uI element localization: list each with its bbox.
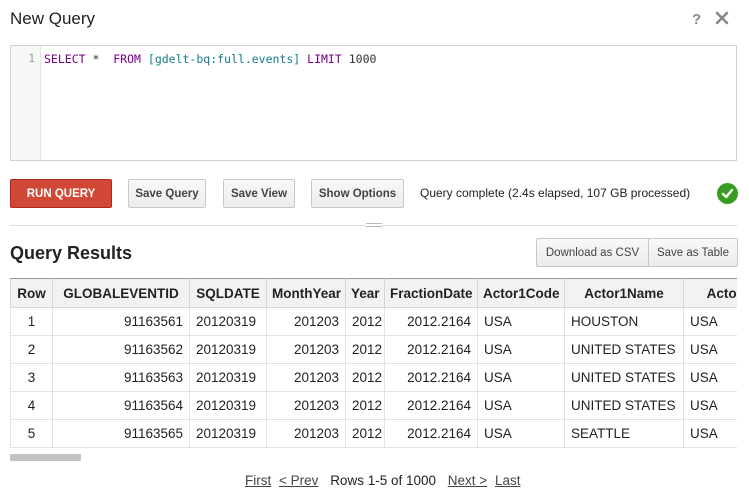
prev-page-link[interactable]: < Prev bbox=[279, 473, 318, 488]
table-cell: HOUSTON bbox=[564, 307, 684, 336]
pagination: First < Prev Rows 1-5 of 1000 Next > Las… bbox=[245, 473, 520, 488]
table-row: 5 91163565 20120319 201203 2012 2012.2164 USA S… bbox=[10, 419, 737, 448]
run-query-button[interactable]: RUN QUERY bbox=[10, 179, 112, 208]
table-cell: UNITED STATES bbox=[564, 391, 684, 420]
table-cell: 20120319 bbox=[189, 391, 267, 420]
table-row: 4 91163564 20120319 201203 2012 2012.2164 USA U… bbox=[10, 391, 737, 420]
table-reference: [gdelt-bq:full.events] bbox=[147, 52, 301, 66]
save-query-button[interactable]: Save Query bbox=[128, 179, 206, 208]
column-header: Row bbox=[10, 278, 53, 308]
table-cell: 201203 bbox=[266, 307, 346, 336]
table-row: 2 91163562 20120319 201203 2012 2012.2164 USA U… bbox=[10, 335, 737, 364]
table-cell: 1 bbox=[10, 307, 53, 336]
show-options-button[interactable]: Show Options bbox=[311, 179, 404, 208]
query-editor[interactable]: 1 SELECT * FROM [gdelt-bq:full.events] L… bbox=[10, 45, 737, 161]
query-status: Query complete (2.4s elapsed, 107 GB pro… bbox=[420, 186, 691, 200]
editor-gutter: 1 bbox=[11, 46, 41, 160]
table-cell: USA bbox=[683, 307, 737, 336]
table-cell: USA bbox=[477, 363, 565, 392]
table-cell: 20120319 bbox=[189, 335, 267, 364]
table-cell: 91163564 bbox=[52, 391, 190, 420]
table-cell: 2012.2164 bbox=[384, 391, 478, 420]
keyword-limit: LIMIT bbox=[307, 52, 342, 66]
horizontal-scrollbar[interactable] bbox=[10, 454, 81, 461]
column-header: FractionDate bbox=[384, 278, 478, 308]
table-cell: 3 bbox=[10, 363, 53, 392]
table-cell: 2012 bbox=[345, 335, 385, 364]
query-text[interactable]: SELECT * FROM [gdelt-bq:full.events] LIM… bbox=[44, 52, 376, 66]
table-cell: 2012.2164 bbox=[384, 363, 478, 392]
table-cell: USA bbox=[683, 419, 737, 448]
close-icon[interactable] bbox=[714, 10, 730, 26]
column-header: GLOBALEVENTID bbox=[52, 278, 190, 308]
table-cell: 201203 bbox=[266, 391, 346, 420]
table-cell: 2012 bbox=[345, 419, 385, 448]
download-csv-button[interactable]: Download as CSV bbox=[537, 239, 649, 266]
keyword-select: SELECT bbox=[44, 52, 86, 66]
results-table: Row GLOBALEVENTID SQLDATE MonthYear Year Frac… bbox=[10, 278, 737, 448]
results-title: Query Results bbox=[10, 243, 133, 263]
table-body: 1 91163561 20120319 201203 2012 2012.2164 USA H… bbox=[10, 307, 737, 448]
table-cell: UNITED STATES bbox=[564, 363, 684, 392]
table-cell: 2012 bbox=[345, 363, 385, 392]
rows-info: Rows 1-5 of 1000 bbox=[330, 473, 436, 488]
table-cell: USA bbox=[477, 335, 565, 364]
table-cell: 2012.2164 bbox=[384, 335, 478, 364]
first-page-link[interactable]: First bbox=[245, 473, 271, 488]
limit-number: 1000 bbox=[348, 52, 377, 66]
column-header: SQLDATE bbox=[189, 278, 267, 308]
column-header: MonthYear bbox=[266, 278, 346, 308]
help-icon[interactable]: ? bbox=[692, 11, 701, 28]
check-circle-icon bbox=[717, 183, 738, 204]
table-cell: USA bbox=[683, 363, 737, 392]
table-cell: 91163561 bbox=[52, 307, 190, 336]
keyword-from: FROM bbox=[113, 52, 141, 66]
column-header: Actor1Co bbox=[683, 278, 737, 308]
table-cell: USA bbox=[683, 391, 737, 420]
results-table-container[interactable]: Row GLOBALEVENTID SQLDATE MonthYear Year Frac… bbox=[10, 278, 737, 448]
table-cell: 2012 bbox=[345, 391, 385, 420]
table-cell: 201203 bbox=[266, 419, 346, 448]
save-as-table-button[interactable]: Save as Table bbox=[649, 239, 737, 266]
table-cell: 2012.2164 bbox=[384, 307, 478, 336]
table-cell: 4 bbox=[10, 391, 53, 420]
table-cell: UNITED STATES bbox=[564, 335, 684, 364]
table-cell: USA bbox=[477, 419, 565, 448]
column-header: Actor1Code bbox=[477, 278, 565, 308]
table-row: 1 91163561 20120319 201203 2012 2012.2164 USA H… bbox=[10, 307, 737, 336]
table-cell: 2 bbox=[10, 335, 53, 364]
table-cell: 2012.2164 bbox=[384, 419, 478, 448]
table-cell: USA bbox=[683, 335, 737, 364]
table-cell: 201203 bbox=[266, 363, 346, 392]
table-cell: 20120319 bbox=[189, 363, 267, 392]
table-cell: 91163565 bbox=[52, 419, 190, 448]
table-cell: 20120319 bbox=[189, 419, 267, 448]
last-page-link[interactable]: Last bbox=[495, 473, 521, 488]
table-row: 3 91163563 20120319 201203 2012 2012.2164 USA U… bbox=[10, 363, 737, 392]
table-cell: 20120319 bbox=[189, 307, 267, 336]
table-header-row: Row GLOBALEVENTID SQLDATE MonthYear Year Frac… bbox=[10, 278, 737, 308]
next-page-link[interactable]: Next > bbox=[448, 473, 487, 488]
results-actions: Download as CSV Save as Table bbox=[536, 238, 738, 267]
resize-grip[interactable] bbox=[366, 222, 382, 229]
table-cell: 5 bbox=[10, 419, 53, 448]
table-cell: USA bbox=[477, 391, 565, 420]
save-view-button[interactable]: Save View bbox=[223, 179, 295, 208]
table-cell: USA bbox=[477, 307, 565, 336]
table-cell: 2012 bbox=[345, 307, 385, 336]
dialog-title: New Query bbox=[10, 9, 96, 28]
column-header: Year bbox=[345, 278, 385, 308]
select-star: * bbox=[85, 52, 114, 66]
column-header: Actor1Name bbox=[564, 278, 684, 308]
table-cell: SEATTLE bbox=[564, 419, 684, 448]
line-number: 1 bbox=[28, 52, 35, 65]
table-cell: 91163562 bbox=[52, 335, 190, 364]
table-cell: 91163563 bbox=[52, 363, 190, 392]
table-cell: 201203 bbox=[266, 335, 346, 364]
